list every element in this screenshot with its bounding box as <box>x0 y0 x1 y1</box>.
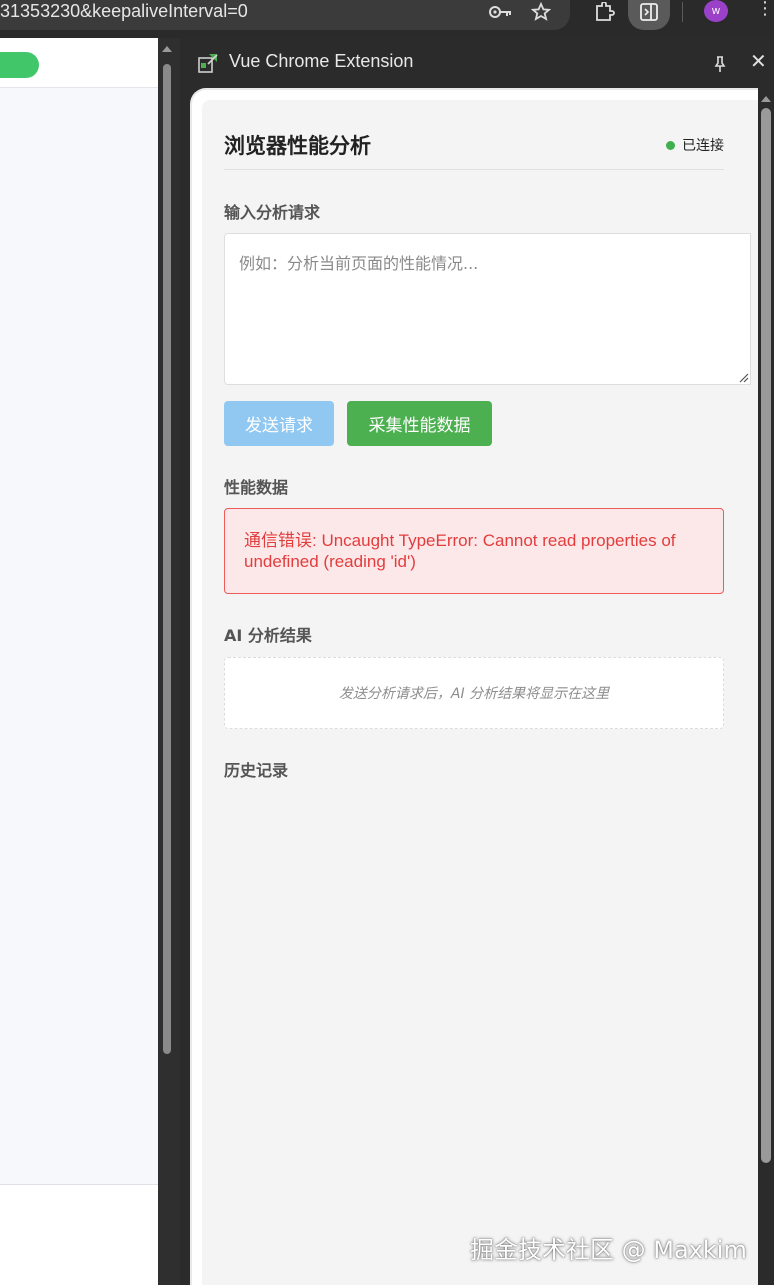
connection-status: 已连接 <box>666 135 724 155</box>
side-panel-scrollbar[interactable] <box>758 88 774 1285</box>
address-bar[interactable]: 3031353230&keepaliveInterval=0 <box>0 0 570 30</box>
browser-toolbar: 3031353230&keepaliveInterval=0 w ⋮ <box>0 0 774 38</box>
extension-icon <box>198 54 218 73</box>
side-panel-toggle-button[interactable] <box>628 0 670 30</box>
app-container: 浏览器性能分析 已连接 输入分析请求 发送请求 采集性能数据 性能数据 通信错误… <box>202 100 760 1285</box>
pin-icon[interactable] <box>710 54 730 74</box>
url-text[interactable]: 3031353230&keepaliveInterval=0 <box>0 0 248 22</box>
page-scrollbar[interactable] <box>158 38 180 1285</box>
side-panel-title: Vue Chrome Extension <box>229 51 414 71</box>
scroll-up-arrow-icon[interactable] <box>162 46 172 52</box>
page-title: 浏览器性能分析 <box>224 134 371 158</box>
scroll-up-arrow-icon[interactable] <box>761 96 771 102</box>
side-panel: Vue Chrome Extension ✕ 浏览器性能分析 已连接 输入分析请… <box>180 38 774 1285</box>
status-dot-icon <box>666 140 675 150</box>
resize-handle-icon[interactable] <box>737 371 749 383</box>
history-label: 历史记录 <box>224 761 289 780</box>
error-message: 通信错误: Uncaught TypeError: Cannot read pr… <box>224 508 724 594</box>
ai-result-label: AI 分析结果 <box>224 626 312 645</box>
star-icon[interactable] <box>526 0 556 24</box>
kebab-menu-icon[interactable]: ⋮ <box>756 0 774 18</box>
close-icon[interactable]: ✕ <box>750 51 767 71</box>
side-panel-icon <box>640 3 658 21</box>
scrollbar-thumb[interactable] <box>163 64 171 1054</box>
web-page-area <box>0 38 158 1285</box>
page-footer <box>0 1184 158 1285</box>
side-panel-header: Vue Chrome Extension ✕ <box>180 38 774 88</box>
performance-data-label: 性能数据 <box>224 478 289 497</box>
app-header: 浏览器性能分析 已连接 <box>224 130 724 170</box>
send-request-button[interactable]: 发送请求 <box>224 401 334 446</box>
toolbar-divider <box>682 2 683 22</box>
extensions-icon[interactable] <box>589 0 619 24</box>
scrollbar-thumb[interactable] <box>761 108 771 1163</box>
page-header <box>0 38 158 88</box>
collect-performance-button[interactable]: 采集性能数据 <box>347 401 492 446</box>
ai-result-placeholder: 发送分析请求后，AI 分析结果将显示在这里 <box>224 657 724 729</box>
input-label: 输入分析请求 <box>224 203 321 222</box>
key-icon[interactable] <box>486 0 516 24</box>
browser-window: 3031353230&keepaliveInterval=0 w ⋮ Vue C… <box>0 0 774 1285</box>
status-text: 已连接 <box>682 138 724 154</box>
profile-avatar[interactable]: w <box>704 0 728 22</box>
extension-frame: 浏览器性能分析 已连接 输入分析请求 发送请求 采集性能数据 性能数据 通信错误… <box>190 88 774 1285</box>
ai-result-placeholder-text: 发送分析请求后，AI 分析结果将显示在这里 <box>338 686 610 702</box>
watermark: 掘金技术社区 @ Maxkim <box>470 1236 747 1264</box>
page-action-button[interactable] <box>0 52 39 78</box>
analysis-request-input[interactable] <box>224 233 751 385</box>
